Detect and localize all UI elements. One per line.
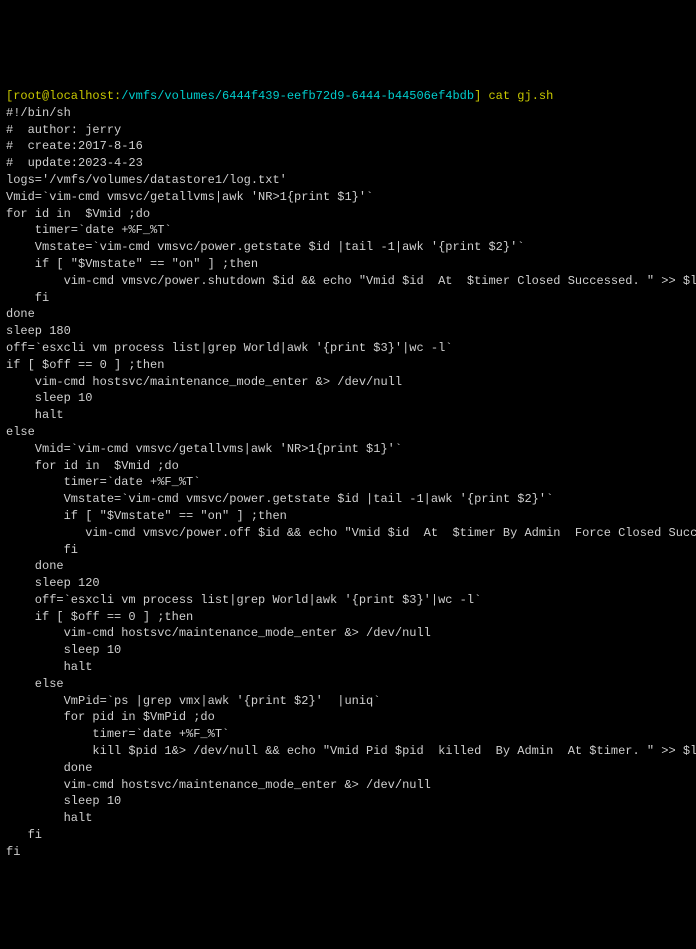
prompt-command: ] cat gj.sh — [474, 89, 553, 103]
script-line: if [ "$Vmstate" == "on" ] ;then — [6, 509, 287, 523]
script-line: off=`esxcli vm process list|grep World|a… — [6, 593, 481, 607]
script-line: VmPid=`ps |grep vmx|awk '{print $2}' |un… — [6, 694, 380, 708]
script-line: Vmid=`vim-cmd vmsvc/getallvms|awk 'NR>1{… — [6, 442, 402, 456]
script-line: done — [6, 559, 64, 573]
script-line: timer=`date +%F_%T` — [6, 475, 200, 489]
script-line: Vmid=`vim-cmd vmsvc/getallvms|awk 'NR>1{… — [6, 190, 373, 204]
script-line: # author: jerry — [6, 123, 121, 137]
script-line: logs='/vmfs/volumes/datastore1/log.txt' — [6, 173, 287, 187]
script-line: else — [6, 425, 35, 439]
script-line: vim-cmd hostsvc/maintenance_mode_enter &… — [6, 778, 431, 792]
script-line: fi — [6, 291, 49, 305]
script-line: # create:2017-8-16 — [6, 139, 143, 153]
script-line: fi — [6, 543, 78, 557]
script-line: vim-cmd hostsvc/maintenance_mode_enter &… — [6, 375, 402, 389]
script-line: halt — [6, 408, 64, 422]
script-line: Vmstate=`vim-cmd vmsvc/power.getstate $i… — [6, 492, 553, 506]
script-line: halt — [6, 660, 92, 674]
script-line: for id in $Vmid ;do — [6, 459, 179, 473]
script-line: kill $pid 1&> /dev/null && echo "Vmid Pi… — [6, 744, 696, 758]
script-line: #!/bin/sh — [6, 106, 71, 120]
script-line: # update:2023-4-23 — [6, 156, 143, 170]
script-line: timer=`date +%F_%T` — [6, 727, 229, 741]
script-line: done — [6, 761, 92, 775]
script-line: else — [6, 677, 64, 691]
script-line: vim-cmd vmsvc/power.shutdown $id && echo… — [6, 274, 696, 288]
script-line: halt — [6, 811, 92, 825]
script-line: fi — [6, 828, 42, 842]
script-line: for pid in $VmPid ;do — [6, 710, 215, 724]
prompt-user-host: [root@localhost: — [6, 89, 121, 103]
script-line: sleep 10 — [6, 794, 121, 808]
script-line: sleep 120 — [6, 576, 100, 590]
script-line: sleep 10 — [6, 391, 92, 405]
script-line: for id in $Vmid ;do — [6, 207, 150, 221]
prompt-line: [root@localhost:/vmfs/volumes/6444f439-e… — [6, 89, 553, 103]
script-line: if [ $off == 0 ] ;then — [6, 358, 164, 372]
script-line: sleep 10 — [6, 643, 121, 657]
script-line: vim-cmd vmsvc/power.off $id && echo "Vmi… — [6, 526, 696, 540]
prompt-path: /vmfs/volumes/6444f439-eefb72d9-6444-b44… — [121, 89, 474, 103]
script-line: fi — [6, 845, 20, 859]
script-line: timer=`date +%F_%T` — [6, 223, 172, 237]
script-line: vim-cmd hostsvc/maintenance_mode_enter &… — [6, 626, 431, 640]
script-line: if [ $off == 0 ] ;then — [6, 610, 193, 624]
script-line: if [ "$Vmstate" == "on" ] ;then — [6, 257, 258, 271]
script-line: Vmstate=`vim-cmd vmsvc/power.getstate $i… — [6, 240, 524, 254]
script-line: off=`esxcli vm process list|grep World|a… — [6, 341, 452, 355]
script-line: done — [6, 307, 35, 321]
terminal-output: [root@localhost:/vmfs/volumes/6444f439-e… — [6, 71, 690, 860]
script-line: sleep 180 — [6, 324, 71, 338]
